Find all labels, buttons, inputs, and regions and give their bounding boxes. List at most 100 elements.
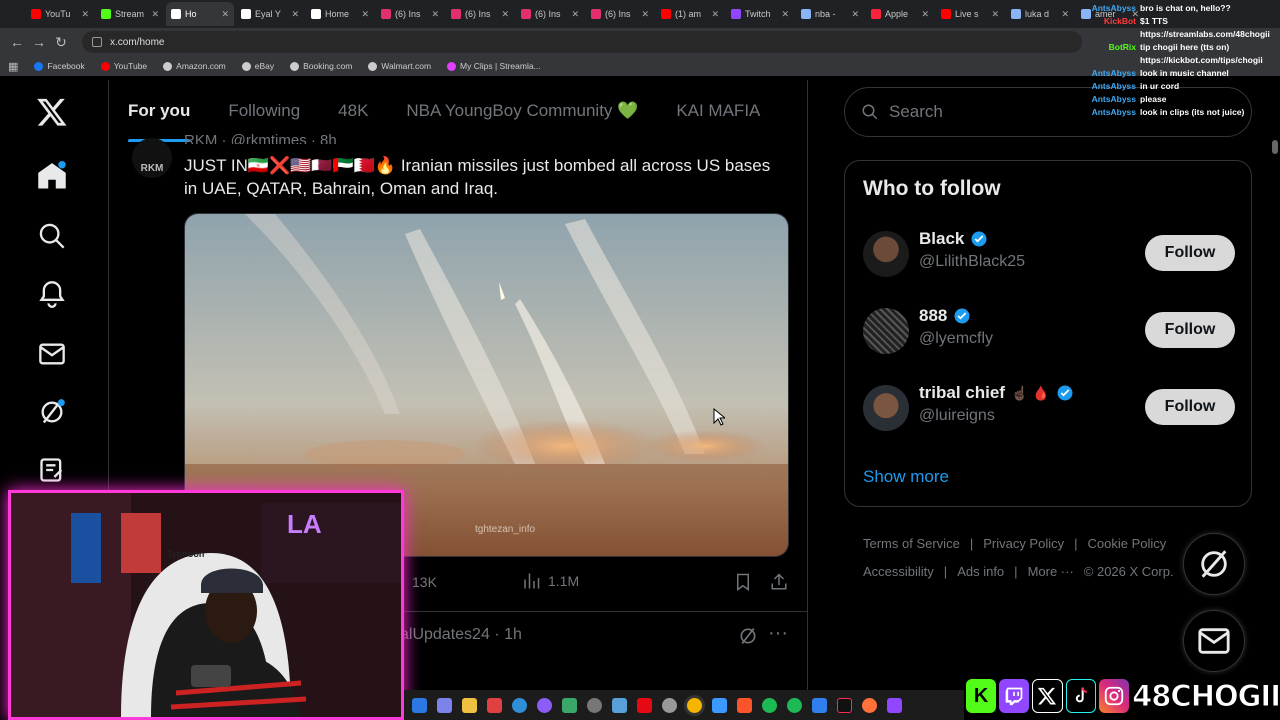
account-name[interactable]: tribal chief ☝🏿 🩸 bbox=[919, 383, 1074, 403]
twitch-icon[interactable] bbox=[887, 697, 902, 713]
account-name[interactable]: Black bbox=[919, 229, 988, 249]
bookmark-item[interactable]: Amazon.com bbox=[163, 61, 226, 71]
app-icon[interactable] bbox=[587, 697, 602, 713]
browser-tab[interactable]: Twitch ✕ bbox=[726, 2, 794, 26]
tiktok-icon[interactable] bbox=[837, 697, 852, 713]
share-button[interactable] bbox=[770, 572, 788, 592]
avatar[interactable] bbox=[863, 308, 909, 354]
account-handle[interactable]: @LilithBlack25 bbox=[919, 253, 1025, 271]
browser-tab[interactable]: (6) Ins ✕ bbox=[376, 2, 444, 26]
browser-tab[interactable]: (6) Ins ✕ bbox=[446, 2, 514, 26]
follow-suggestion[interactable]: 888 @lyemcfly Follow bbox=[863, 302, 1235, 362]
close-tab-icon[interactable]: ✕ bbox=[711, 9, 719, 20]
app-icon[interactable] bbox=[662, 697, 677, 713]
messages-fab[interactable] bbox=[1183, 610, 1245, 672]
cookie-link[interactable]: Cookie Policy bbox=[1088, 536, 1167, 551]
views-button[interactable]: 1.1M bbox=[522, 572, 579, 590]
apps-icon[interactable]: ▦ bbox=[8, 60, 18, 73]
browser-tab[interactable]: (1) am ✕ bbox=[656, 2, 724, 26]
close-tab-icon[interactable]: ✕ bbox=[431, 9, 439, 20]
home-icon[interactable] bbox=[30, 154, 74, 198]
discord-icon[interactable] bbox=[537, 697, 552, 713]
address-bar[interactable]: x.com/home bbox=[82, 31, 1082, 53]
browser-tab[interactable]: (6) Ins ✕ bbox=[586, 2, 654, 26]
privacy-link[interactable]: Privacy Policy bbox=[983, 536, 1064, 551]
accessibility-link[interactable]: Accessibility bbox=[863, 564, 934, 579]
browser-tab[interactable]: luka d ✕ bbox=[1006, 2, 1074, 26]
app-icon[interactable] bbox=[562, 697, 577, 713]
show-more-link[interactable]: Show more bbox=[863, 467, 949, 487]
bookmark-item[interactable]: Booking.com bbox=[290, 61, 352, 71]
bookmark-item[interactable]: YouTube bbox=[100, 61, 147, 71]
browser-tab[interactable]: Eyal Y ✕ bbox=[236, 2, 304, 26]
back-icon[interactable]: ← bbox=[6, 34, 28, 50]
notifications-icon[interactable] bbox=[30, 272, 74, 316]
browser-tab[interactable]: Ho ✕ bbox=[166, 2, 234, 26]
tab-kai-mafia[interactable]: KAI MAFIA bbox=[676, 101, 760, 121]
follow-suggestion[interactable]: Black @LilithBlack25 Follow bbox=[863, 225, 1235, 285]
browser-tab[interactable]: Apple ✕ bbox=[866, 2, 934, 26]
account-handle[interactable]: @luireigns bbox=[919, 407, 995, 425]
bookmark-item[interactable]: Facebook bbox=[34, 61, 85, 71]
app-icon[interactable] bbox=[812, 697, 827, 713]
close-tab-icon[interactable]: ✕ bbox=[781, 9, 789, 20]
tab-nba-youngboy-community[interactable]: NBA YoungBoy Community 💚 bbox=[406, 101, 638, 121]
spotify-icon[interactable] bbox=[787, 697, 802, 713]
firefox-icon[interactable] bbox=[862, 697, 877, 713]
x-logo-icon[interactable] bbox=[30, 90, 74, 134]
browser-tab[interactable]: Live s ✕ bbox=[936, 2, 1004, 26]
follow-button[interactable]: Follow bbox=[1145, 235, 1235, 271]
account-handle[interactable]: @lyemcfly bbox=[919, 330, 993, 348]
browser-tab[interactable]: YouTu ✕ bbox=[26, 2, 94, 26]
explore-icon[interactable] bbox=[30, 214, 74, 258]
tweet-header[interactable]: RKM · @rkmtimes · 8h bbox=[184, 132, 337, 144]
close-tab-icon[interactable]: ✕ bbox=[361, 9, 369, 20]
lists-icon[interactable] bbox=[30, 448, 74, 492]
tab-for-you[interactable]: For you bbox=[128, 101, 191, 142]
brave-icon[interactable] bbox=[737, 697, 752, 713]
close-tab-icon[interactable]: ✕ bbox=[991, 9, 999, 20]
search-input[interactable]: Search bbox=[889, 102, 943, 122]
app-icon[interactable] bbox=[712, 697, 727, 713]
account-name[interactable]: 888 bbox=[919, 306, 971, 326]
app-icon[interactable] bbox=[762, 697, 777, 713]
grok-icon[interactable] bbox=[738, 626, 758, 646]
bookmark-button[interactable] bbox=[734, 572, 752, 592]
forward-icon[interactable]: → bbox=[28, 34, 50, 50]
reload-icon[interactable]: ↻ bbox=[50, 34, 72, 51]
app-icon[interactable] bbox=[612, 697, 627, 713]
copilot-icon[interactable] bbox=[412, 697, 427, 713]
close-tab-icon[interactable]: ✕ bbox=[81, 9, 89, 20]
file-explorer-icon[interactable] bbox=[462, 697, 477, 713]
browser-tab[interactable]: nba - ✕ bbox=[796, 2, 864, 26]
avatar[interactable] bbox=[863, 231, 909, 277]
follow-button[interactable]: Follow bbox=[1145, 312, 1235, 348]
terms-link[interactable]: Terms of Service bbox=[863, 536, 960, 551]
close-tab-icon[interactable]: ✕ bbox=[151, 9, 159, 20]
close-tab-icon[interactable]: ✕ bbox=[851, 9, 859, 20]
bookmark-item[interactable]: eBay bbox=[241, 61, 274, 71]
more-link[interactable]: More ··· bbox=[1028, 564, 1074, 579]
edge-icon[interactable] bbox=[512, 697, 527, 713]
close-tab-icon[interactable]: ✕ bbox=[921, 9, 929, 20]
follow-suggestion[interactable]: tribal chief ☝🏿 🩸 @luireigns Follow bbox=[863, 379, 1235, 439]
browser-tab[interactable]: Stream ✕ bbox=[96, 2, 164, 26]
more-icon[interactable]: ··· bbox=[768, 622, 788, 645]
bookmark-item[interactable]: Walmart.com bbox=[368, 61, 431, 71]
close-tab-icon[interactable]: ✕ bbox=[291, 9, 299, 20]
tab-following[interactable]: Following bbox=[228, 101, 300, 121]
chrome-icon[interactable] bbox=[687, 697, 702, 713]
close-tab-icon[interactable]: ✕ bbox=[501, 9, 509, 20]
close-tab-icon[interactable]: ✕ bbox=[221, 9, 229, 20]
messages-icon[interactable] bbox=[30, 332, 74, 376]
tab-48k[interactable]: 48K bbox=[338, 101, 368, 121]
browser-tab[interactable]: (6) Ins ✕ bbox=[516, 2, 584, 26]
site-info-icon[interactable] bbox=[92, 37, 102, 47]
close-tab-icon[interactable]: ✕ bbox=[571, 9, 579, 20]
grok-icon[interactable] bbox=[30, 390, 74, 434]
follow-button[interactable]: Follow bbox=[1145, 389, 1235, 425]
tweet-avatar[interactable]: RKM bbox=[132, 138, 172, 178]
grok-fab[interactable] bbox=[1183, 533, 1245, 595]
bookmark-item[interactable]: My Clips | Streamla... bbox=[447, 61, 541, 71]
close-tab-icon[interactable]: ✕ bbox=[641, 9, 649, 20]
